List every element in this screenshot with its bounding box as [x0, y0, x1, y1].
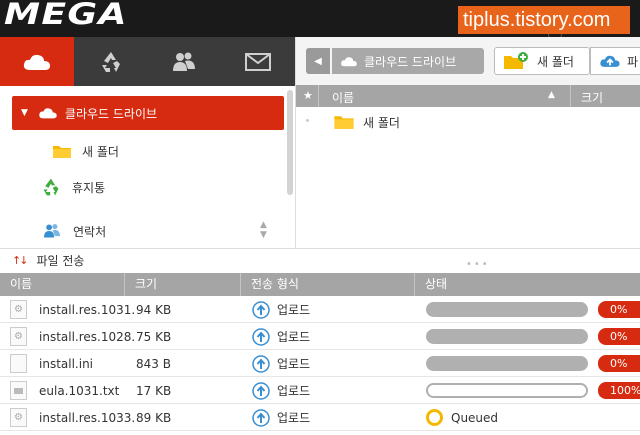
sidebar-item-contacts[interactable]: 연락처 ▲ ▼: [12, 214, 284, 248]
gear-file-icon: ⚙: [10, 300, 27, 319]
file-grid-header: ★ 이름 ▲ 크기: [296, 85, 640, 107]
transfer-row[interactable]: ⚙ install.res.1031. 94 KB 업로드 0%: [0, 296, 640, 323]
sidebar-item-label: 새 폴더: [82, 144, 119, 159]
folder-icon: [334, 116, 354, 129]
cloud-icon: [39, 108, 57, 119]
new-folder-icon: [504, 52, 528, 69]
back-button[interactable]: ◀: [306, 48, 330, 74]
column-header-name[interactable]: 이름: [0, 273, 125, 296]
gear-file-icon: ⚙: [10, 327, 27, 346]
sidebar-item-new-folder[interactable]: 새 폴더: [12, 134, 284, 168]
file-name: 새 폴더: [363, 116, 400, 130]
progress-percent: 0%: [598, 355, 640, 372]
mail-icon: [245, 52, 272, 71]
watermark-label: tiplus.tistory.com: [458, 6, 630, 34]
star-icon[interactable]: ★: [303, 89, 313, 102]
upload-icon: [252, 404, 270, 431]
transfer-file-name: install.res.1031.: [39, 302, 136, 317]
transfer-file-size: 75 KB: [136, 329, 172, 344]
upload-icon: [252, 350, 270, 377]
cloud-icon: [23, 54, 50, 70]
progress-percent: 0%: [598, 328, 640, 345]
sidebar-item-rubbish-bin[interactable]: 휴지통: [12, 170, 284, 204]
progress-bar: [426, 383, 588, 398]
tab-rubbish-bin[interactable]: [74, 37, 148, 86]
resize-handle-icon[interactable]: •••: [466, 259, 490, 270]
sidebar-item-label: 연락처: [73, 224, 107, 239]
new-folder-button[interactable]: 새 폴더: [494, 47, 590, 75]
sidebar-scrollbar[interactable]: [287, 90, 293, 195]
arrow-left-icon: ◀: [314, 55, 322, 67]
mega-logo[interactable]: MEGA: [4, 0, 128, 30]
gear-file-icon: ⚙: [10, 408, 27, 427]
column-header-type[interactable]: 전송 형식: [241, 273, 415, 296]
upload-icon: [252, 296, 270, 323]
transfer-type: 업로드: [277, 384, 311, 398]
queued-icon: [426, 409, 443, 426]
top-bar: MEGA tiplus.tistory.com: [0, 0, 640, 41]
row-dot-icon: [306, 119, 309, 122]
cloud-icon: [341, 56, 357, 66]
caret-down-icon[interactable]: ▼: [21, 108, 28, 118]
transfer-type: 업로드: [277, 411, 311, 425]
transfer-file-name: install.res.1028.: [39, 329, 136, 344]
column-header-size[interactable]: 크기: [125, 273, 241, 296]
upload-icon: [252, 323, 270, 350]
folder-icon: [53, 146, 71, 158]
column-header-name[interactable]: 이름: [332, 89, 354, 106]
folder-file-icon: [10, 381, 27, 400]
transfer-file-size: 94 KB: [136, 302, 172, 317]
transfer-file-size: 843 B: [136, 356, 171, 371]
file-row[interactable]: 새 폴더: [296, 109, 640, 135]
transfer-arrows-icon: ↑↓: [12, 254, 29, 267]
transfer-file-size: 17 KB: [136, 383, 172, 398]
transfer-type: 업로드: [277, 330, 311, 344]
file-manager-pane: ◀ 클라우드 드라이브 새 폴더 파 ★ 이름 ▲ 크기 새 폴더: [295, 37, 640, 248]
contacts-icon: [173, 52, 196, 71]
transfer-table-header: 이름 크기 전송 형식 상태: [0, 273, 640, 296]
upload-button[interactable]: 파: [590, 47, 640, 75]
progress-bar: [426, 302, 588, 317]
sort-ascending-icon[interactable]: ▲: [548, 90, 555, 100]
tab-cloud-drive[interactable]: [0, 37, 74, 86]
sidebar-item-cloud-drive[interactable]: ▼ 클라우드 드라이브: [12, 96, 284, 130]
upload-icon: [252, 377, 270, 404]
left-tab-bar: [0, 37, 295, 86]
column-header-status[interactable]: 상태: [415, 273, 640, 296]
transfer-panel-title: 파일 전송: [36, 254, 85, 268]
transfer-row[interactable]: eula.1031.txt 17 KB 업로드 100%: [0, 377, 640, 404]
upload-label: 파: [627, 54, 639, 69]
progress-percent: 100%: [598, 382, 640, 399]
tab-contacts[interactable]: [148, 37, 222, 86]
contacts-icon: [44, 224, 60, 238]
breadcrumb-label: 클라우드 드라이브: [364, 54, 457, 69]
recycle-icon: [101, 51, 120, 72]
sort-arrows-icon[interactable]: ▲ ▼: [260, 220, 267, 240]
transfer-file-name: eula.1031.txt: [39, 383, 120, 398]
recycle-icon: [43, 178, 59, 196]
transfer-panel-bar[interactable]: ↑↓ 파일 전송 •••: [0, 248, 640, 272]
transfer-file-size: 89 KB: [136, 410, 172, 425]
new-folder-label: 새 폴더: [537, 54, 574, 69]
sidebar-item-label: 휴지통: [72, 180, 106, 195]
blank-file-icon: [10, 354, 27, 373]
sidebar-tree: ▼ 클라우드 드라이브 새 폴더 휴지통 연락처 ▲ ▼: [0, 86, 295, 248]
sidebar-item-label: 클라우드 드라이브: [64, 106, 158, 121]
transfer-file-name: install.ini: [39, 356, 94, 371]
transfer-status: Queued: [451, 410, 499, 425]
cloud-upload-icon: [600, 55, 620, 67]
progress-percent: 0%: [598, 301, 640, 318]
tab-messages[interactable]: [221, 37, 295, 86]
breadcrumb[interactable]: 클라우드 드라이브: [332, 48, 484, 74]
transfer-row[interactable]: ⚙ install.res.1033. 89 KB 업로드 Queued: [0, 404, 640, 431]
column-header-size[interactable]: 크기: [581, 89, 603, 106]
progress-bar: [426, 329, 588, 344]
progress-bar: [426, 356, 588, 371]
transfer-row[interactable]: install.ini 843 B 업로드 0%: [0, 350, 640, 377]
transfer-type: 업로드: [277, 303, 311, 317]
transfer-type: 업로드: [277, 357, 311, 371]
transfer-file-name: install.res.1033.: [39, 410, 136, 425]
transfer-row[interactable]: ⚙ install.res.1028. 75 KB 업로드 0%: [0, 323, 640, 350]
